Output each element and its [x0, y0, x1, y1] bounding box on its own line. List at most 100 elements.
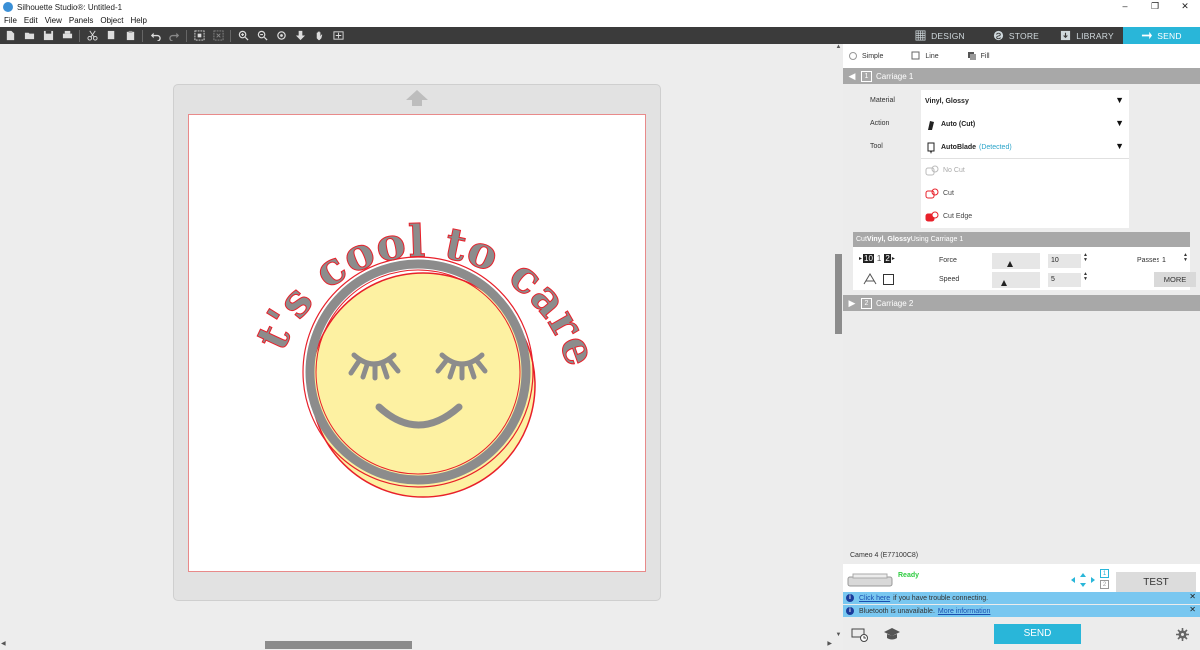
zoom-in-button[interactable]: [236, 29, 250, 43]
passes-input[interactable]: 1: [1159, 254, 1179, 268]
minimize-button[interactable]: –: [1110, 0, 1140, 14]
vertical-scrollbar[interactable]: ▲ ▼: [834, 44, 843, 640]
speed-input[interactable]: 5: [1048, 273, 1081, 287]
dropdown-arrow-icon: ▼: [1115, 141, 1124, 151]
carriage-2-header[interactable]: ▶ 2 Carriage 2: [843, 295, 1200, 311]
tray-2-indicator[interactable]: 2: [1100, 580, 1109, 589]
menu-file[interactable]: File: [4, 16, 17, 25]
scroll-down-icon[interactable]: ▼: [834, 632, 843, 640]
horizontal-scroll-thumb[interactable]: [265, 641, 412, 649]
toolbar: [0, 27, 843, 44]
close-icon[interactable]: ✕: [1189, 605, 1196, 614]
force-slider[interactable]: [992, 253, 1040, 269]
click-here-link[interactable]: Click here: [859, 595, 890, 602]
close-icon[interactable]: ✕: [1189, 592, 1196, 601]
force-slider-handle[interactable]: [1007, 261, 1013, 267]
mode-fill[interactable]: Fill: [967, 51, 990, 61]
tab-store[interactable]: STORE: [981, 27, 1051, 44]
paste-button[interactable]: [123, 29, 137, 43]
vertical-scroll-thumb[interactable]: [835, 254, 842, 334]
speed-label: Speed: [939, 276, 960, 283]
maximize-button[interactable]: ❐: [1140, 0, 1170, 14]
material-value: Vinyl, Glossy: [925, 98, 969, 105]
cut-type-cut-edge[interactable]: Cut Edge: [925, 211, 972, 222]
mode-line[interactable]: Line: [911, 51, 939, 61]
scroll-right-icon[interactable]: ▶: [827, 640, 832, 647]
redo-button[interactable]: [167, 29, 181, 43]
cutter-machine-icon: [847, 573, 893, 587]
menu-panels[interactable]: Panels: [69, 16, 93, 25]
tab-send[interactable]: SEND: [1123, 27, 1200, 44]
force-stepper-icon[interactable]: ▲ ▼: [1083, 253, 1088, 263]
open-button[interactable]: [22, 29, 36, 43]
fit-page-button[interactable]: [331, 29, 345, 43]
window-controls: – ❐ ✕: [1110, 0, 1200, 14]
dropdown-arrow-icon: ▼: [1115, 118, 1124, 128]
select-all-button[interactable]: [192, 29, 206, 43]
cut-type-no-cut[interactable]: No Cut: [925, 165, 965, 176]
carriage-1-header[interactable]: ◀ 1 Carriage 1: [843, 68, 1200, 84]
more-button[interactable]: MORE: [1154, 272, 1196, 287]
mode-simple[interactable]: Simple: [849, 52, 883, 60]
passes-stepper-icon[interactable]: ▲ ▼: [1183, 253, 1188, 263]
design-artwork[interactable]: it's cool to care: [180, 75, 647, 573]
cut-button[interactable]: [85, 29, 99, 43]
zoom-out-button[interactable]: [255, 29, 269, 43]
horizontal-scrollbar[interactable]: ◀ ▶: [0, 640, 843, 650]
move-arrows-icon[interactable]: [1071, 573, 1095, 587]
info-icon: i: [846, 607, 854, 615]
undo-button[interactable]: [148, 29, 162, 43]
copy-button[interactable]: [104, 29, 118, 43]
material-dropdown[interactable]: Vinyl, Glossy ▼: [921, 90, 1129, 113]
send-bottom-bar: SEND: [843, 619, 1200, 650]
send-button[interactable]: SEND: [994, 624, 1081, 644]
blade-depth-selector[interactable]: ▸ 10 1 2 ▸: [859, 254, 895, 263]
blade-depth-value: 10: [863, 254, 874, 263]
move-down-button[interactable]: [293, 29, 307, 43]
force-input[interactable]: 10: [1048, 254, 1081, 268]
close-button[interactable]: ✕: [1170, 0, 1200, 14]
menu-edit[interactable]: Edit: [24, 16, 38, 25]
menu-object[interactable]: Object: [100, 16, 123, 25]
scroll-up-icon[interactable]: ▲: [834, 44, 843, 52]
test-button[interactable]: TEST: [1116, 572, 1196, 593]
cut-header-suffix: Using Carriage 1: [910, 236, 964, 243]
menu-help[interactable]: Help: [130, 16, 146, 25]
cut-type-cut[interactable]: Cut: [925, 188, 954, 199]
overcut-checkbox[interactable]: [883, 273, 894, 285]
print-button[interactable]: [60, 29, 74, 43]
tab-library-label: LIBRARY: [1076, 30, 1114, 41]
zoom-select-icon: [276, 31, 286, 40]
clipboard-icon: [126, 30, 134, 41]
graduation-cap-icon[interactable]: [883, 627, 901, 641]
save-button[interactable]: [41, 29, 55, 43]
machine-history-icon[interactable]: [851, 627, 869, 642]
speed-slider-handle[interactable]: [1001, 280, 1007, 286]
fill-mode-icon: [967, 52, 976, 60]
toolbar-divider: [79, 29, 80, 42]
design-canvas[interactable]: it's cool to care: [0, 44, 834, 640]
pan-button[interactable]: [312, 29, 326, 43]
speed-slider[interactable]: [992, 272, 1040, 288]
tab-library[interactable]: LIBRARY: [1051, 27, 1123, 44]
zoom-select-button[interactable]: [274, 29, 288, 43]
more-information-link[interactable]: More information: [938, 608, 991, 615]
library-icon: [1061, 30, 1071, 41]
speed-stepper-icon[interactable]: ▲ ▼: [1083, 272, 1088, 282]
down-arrow-icon: [295, 30, 305, 41]
tool-label: Tool: [870, 143, 883, 150]
gear-icon[interactable]: [1176, 628, 1189, 641]
tray-1-indicator[interactable]: 1: [1100, 569, 1109, 578]
grid-icon: [915, 30, 926, 41]
scissors-icon: [86, 30, 98, 41]
menu-view[interactable]: View: [45, 16, 62, 25]
tool-value: AutoBlade: [941, 144, 976, 151]
tool-dropdown[interactable]: AutoBlade (Detected) ▼: [921, 136, 1129, 159]
action-dropdown[interactable]: Auto (Cut) ▼: [921, 113, 1129, 136]
scroll-left-icon[interactable]: ◀: [1, 640, 6, 647]
passes-label: Passes: [1137, 257, 1160, 264]
new-document-button[interactable]: [3, 29, 17, 43]
tab-design[interactable]: DESIGN: [899, 27, 981, 44]
redo-icon: [168, 32, 179, 41]
deselect-button[interactable]: [211, 29, 225, 43]
